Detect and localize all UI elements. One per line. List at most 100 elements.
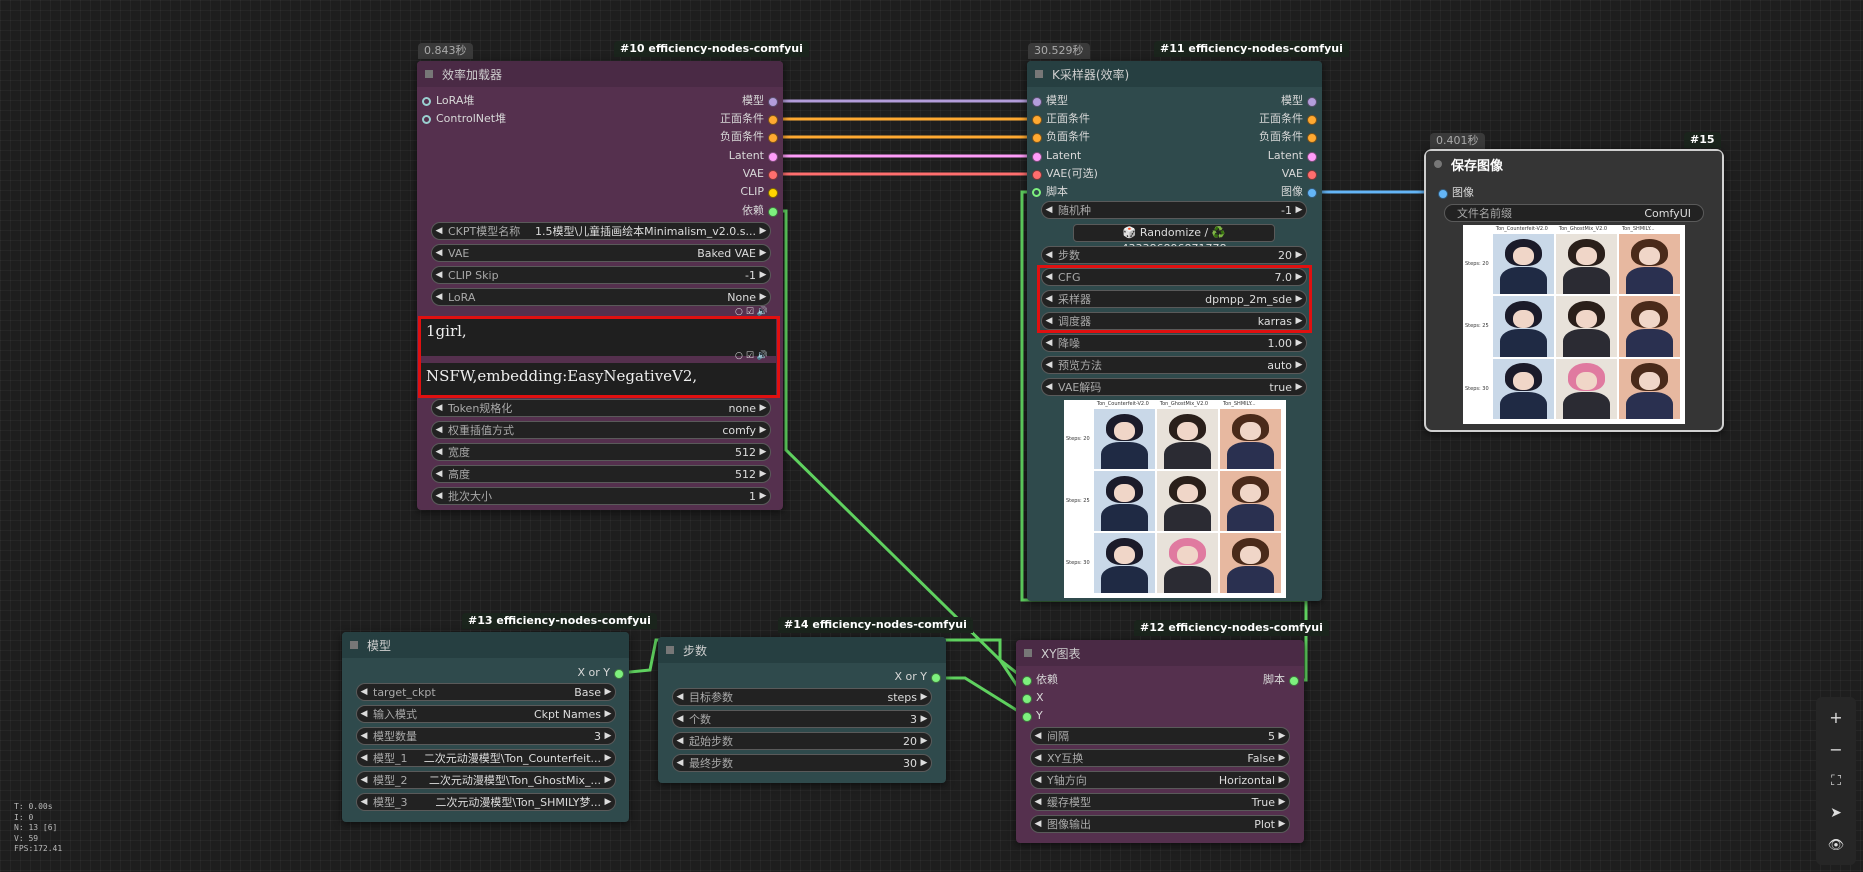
widget-end-steps[interactable]: ◀ 最终步数 30 ▶ xyxy=(672,754,932,772)
widget-height[interactable]: ◀ 高度 512 ▶ xyxy=(431,465,771,483)
output-model[interactable]: 模型 xyxy=(1281,93,1317,109)
output-vae[interactable]: VAE xyxy=(743,166,778,182)
widget-clip-skip[interactable]: ◀ CLIP Skip -1 ▶ xyxy=(431,266,771,284)
input-script[interactable]: 脚本 xyxy=(1032,184,1068,200)
slot-dot-icon[interactable] xyxy=(768,97,778,107)
widget-ckpt-name[interactable]: ◀ CKPT模型名称 1.5模型\儿童插画绘本Minimalism_v2.0.s..… xyxy=(431,222,771,240)
output-positive[interactable]: 正面条件 xyxy=(720,111,778,127)
slot-dot-icon[interactable] xyxy=(1438,189,1448,199)
widget-xy-swap[interactable]: ◀ XY互换 False ▶ xyxy=(1030,749,1290,767)
output-negative[interactable]: 负面条件 xyxy=(720,129,778,145)
widget-image-output[interactable]: ◀ 图像输出 Plot ▶ xyxy=(1030,815,1290,833)
widget-steps[interactable]: ◀ 步数 20 ▶ xyxy=(1041,246,1307,264)
node15-header[interactable]: 保存图像 xyxy=(1426,151,1722,177)
output-image[interactable]: 图像 xyxy=(1281,184,1317,200)
widget-count[interactable]: ◀ 个数 3 ▶ xyxy=(672,710,932,728)
widget-model-count[interactable]: ◀ 模型数量 3 ▶ xyxy=(356,727,616,745)
input-x[interactable]: X xyxy=(1022,690,1044,706)
saved-image-grid[interactable]: Ton_Counterfeit-V2.0 Ton_GhostMix_V2.0 Ton… xyxy=(1463,225,1685,424)
input-vae-optional[interactable]: VAE(可选) xyxy=(1032,166,1098,182)
collapse-icon[interactable] xyxy=(1434,160,1442,168)
collapse-icon[interactable] xyxy=(425,70,433,78)
widget-preview-method[interactable]: ◀ 预览方法 auto ▶ xyxy=(1041,356,1307,374)
slot-dot-icon[interactable] xyxy=(768,133,778,143)
node14-steps-axis[interactable]: 步数 X or Y ◀ 目标参数 steps ▶ ◀ 个数 3 ▶ ◀ 起始步数 20 ▶ ◀ 最终… xyxy=(658,637,946,783)
output-vae[interactable]: VAE xyxy=(1282,166,1317,182)
widget-target-param[interactable]: ◀ 目标参数 steps ▶ xyxy=(672,688,932,706)
widget-weight-interp[interactable]: ◀ 权重插值方式 comfy ▶ xyxy=(431,421,771,439)
slot-dot-icon[interactable] xyxy=(1289,676,1299,686)
widget-interval[interactable]: ◀ 间隔 5 ▶ xyxy=(1030,727,1290,745)
node13-model-axis[interactable]: 模型 X or Y ◀ target_ckpt Base ▶ ◀ 输入模式 Ckpt Na… xyxy=(342,632,629,822)
node15-save-image[interactable]: 保存图像 图像 文件名前缀 ComfyUI Ton_Counterfeit-V2.… xyxy=(1424,149,1724,432)
output-negative[interactable]: 负面条件 xyxy=(1259,129,1317,145)
output-latent[interactable]: Latent xyxy=(1268,148,1317,164)
slot-dot-icon[interactable] xyxy=(1022,712,1032,722)
slot-dot-icon[interactable] xyxy=(1032,97,1042,107)
slot-dot-icon[interactable] xyxy=(1022,694,1032,704)
widget-seed[interactable]: ◀ 随机种 -1 ▶ xyxy=(1041,201,1307,219)
widget-y-direction[interactable]: ◀ Y轴方向 Horizontal ▶ xyxy=(1030,771,1290,789)
output-clip[interactable]: CLIP xyxy=(740,184,778,200)
input-controlnet-stack[interactable]: ControlNet堆 xyxy=(422,111,506,127)
slot-dot-icon[interactable] xyxy=(1032,188,1041,197)
collapse-icon[interactable] xyxy=(1035,70,1043,78)
widget-input-mode[interactable]: ◀ 输入模式 Ckpt Names ▶ xyxy=(356,705,616,723)
output-x-or-y[interactable]: X or Y xyxy=(894,669,941,685)
widget-filename-prefix[interactable]: 文件名前缀 ComfyUI xyxy=(1444,204,1704,222)
widget-lora[interactable]: ◀ LoRA None ▶ xyxy=(431,288,771,306)
output-positive[interactable]: 正面条件 xyxy=(1259,111,1317,127)
input-model[interactable]: 模型 xyxy=(1032,93,1068,109)
output-depend[interactable]: 依赖 xyxy=(742,203,778,219)
node10-efficiency-loader[interactable]: 效率加载器 LoRA堆 ControlNet堆 模型 正面条件 负面条件 Lat… xyxy=(417,61,783,510)
slot-dot-icon[interactable] xyxy=(1307,188,1317,198)
output-x-or-y[interactable]: X or Y xyxy=(577,665,624,681)
input-positive[interactable]: 正面条件 xyxy=(1032,111,1090,127)
widget-token-normalize[interactable]: ◀ Token规格化 none ▶ xyxy=(431,399,771,417)
widget-model-2[interactable]: ◀ 模型_2 二次元动漫模型\Ton_GhostMix_... ▶ xyxy=(356,771,616,789)
collapse-icon[interactable] xyxy=(1024,649,1032,657)
slot-dot-icon[interactable] xyxy=(1307,152,1317,162)
widget-denoise[interactable]: ◀ 降噪 1.00 ▶ xyxy=(1041,334,1307,352)
node11-ksampler[interactable]: K采样器(效率) 模型 正面条件 负面条件 Latent VAE(可选) 脚本 … xyxy=(1027,61,1322,601)
input-lora-stack[interactable]: LoRA堆 xyxy=(422,93,474,109)
slot-dot-icon[interactable] xyxy=(931,673,941,683)
node13-header[interactable]: 模型 xyxy=(342,632,629,658)
widget-cache-models[interactable]: ◀ 缓存模型 True ▶ xyxy=(1030,793,1290,811)
slot-dot-icon[interactable] xyxy=(422,97,431,106)
zoom-in-icon[interactable]: + xyxy=(1816,701,1856,733)
slot-dot-icon[interactable] xyxy=(614,669,624,679)
zoom-out-icon[interactable]: − xyxy=(1816,733,1856,765)
widget-target-ckpt[interactable]: ◀ target_ckpt Base ▶ xyxy=(356,683,616,701)
randomize-button[interactable]: 🎲 Randomize / ♻️ 433386896871778 xyxy=(1073,224,1275,255)
widget-vae[interactable]: ◀ VAE Baked VAE ▶ xyxy=(431,244,771,262)
collapse-icon[interactable] xyxy=(350,641,358,649)
node10-header[interactable]: 效率加载器 xyxy=(417,61,783,87)
visibility-eye-icon[interactable]: 👁 xyxy=(1816,829,1856,861)
widget-batch-size[interactable]: ◀ 批次大小 1 ▶ xyxy=(431,487,771,505)
collapse-icon[interactable] xyxy=(666,646,674,654)
slot-dot-icon[interactable] xyxy=(768,207,778,217)
widget-vae-decode[interactable]: ◀ VAE解码 true ▶ xyxy=(1041,378,1307,396)
locate-icon[interactable]: ➤ xyxy=(1816,797,1856,829)
node12-xy-plot[interactable]: XY图表 依赖 X Y 脚本 ◀ 间隔 5 ▶ ◀ XY互换 False ▶ ◀ Y轴方向 Ho… xyxy=(1016,640,1304,843)
node12-header[interactable]: XY图表 xyxy=(1016,640,1304,666)
node11-header[interactable]: K采样器(效率) xyxy=(1027,61,1322,87)
widget-model-1[interactable]: ◀ 模型_1 二次元动漫模型\Ton_Counterfeit... ▶ xyxy=(356,749,616,767)
node14-header[interactable]: 步数 xyxy=(658,637,946,663)
slot-dot-icon[interactable] xyxy=(1022,676,1032,686)
slot-dot-icon[interactable] xyxy=(768,115,778,125)
output-model[interactable]: 模型 xyxy=(742,93,778,109)
input-depend[interactable]: 依赖 xyxy=(1022,672,1058,688)
slot-dot-icon[interactable] xyxy=(768,152,778,162)
input-negative[interactable]: 负面条件 xyxy=(1032,129,1090,145)
input-latent[interactable]: Latent xyxy=(1032,148,1081,164)
slot-dot-icon[interactable] xyxy=(1307,97,1317,107)
fit-view-icon[interactable]: ⛶ xyxy=(1816,765,1856,797)
slot-dot-icon[interactable] xyxy=(1307,133,1317,143)
slot-dot-icon[interactable] xyxy=(1032,170,1042,180)
slot-dot-icon[interactable] xyxy=(1307,115,1317,125)
slot-dot-icon[interactable] xyxy=(1307,170,1317,180)
input-y[interactable]: Y xyxy=(1022,708,1043,724)
preview-image-grid[interactable]: Ton_Counterfeit-V2.0 Ton_GhostMix_V2.0 Ton… xyxy=(1064,400,1286,598)
